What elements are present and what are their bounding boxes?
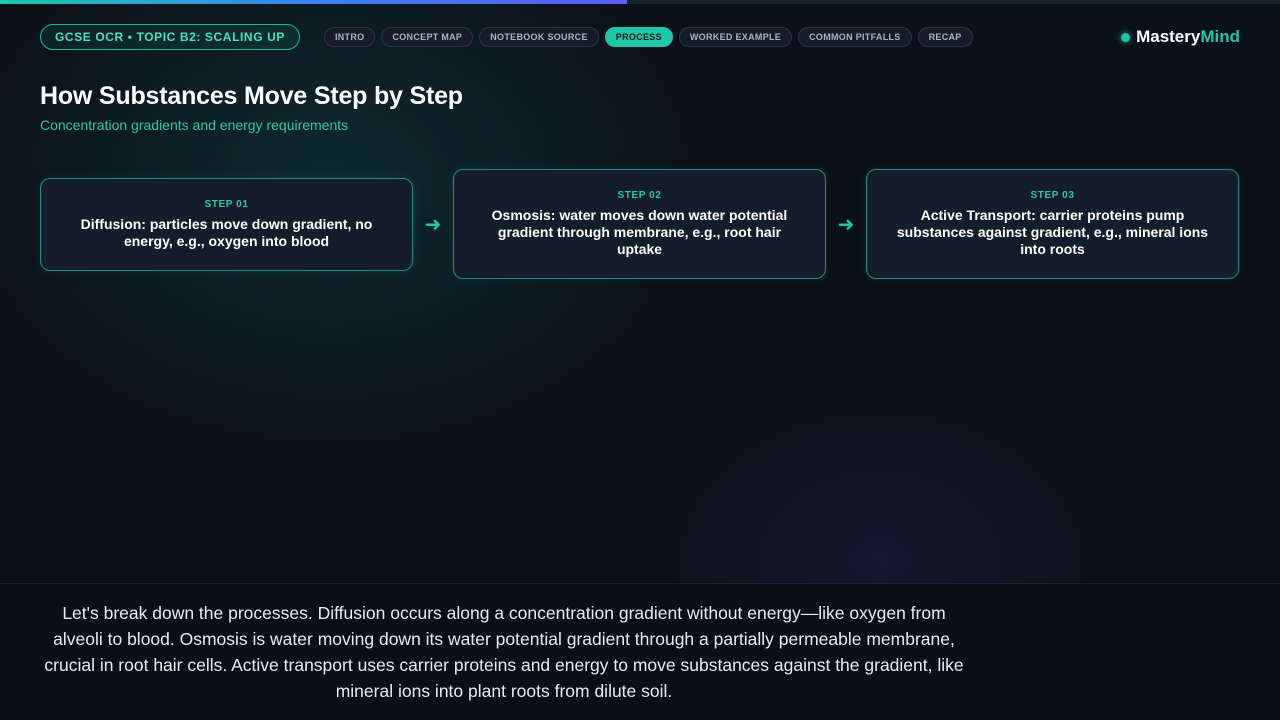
narration-text: Let's break down the processes. Diffusio… [44,603,964,701]
progress-bar [0,0,1280,4]
section-tabs: INTRO CONCEPT MAP NOTEBOOK SOURCE PROCES… [323,27,973,47]
status-dot-icon [1121,32,1131,42]
top-bar: GCSE OCR • TOPIC B2: SCALING UP INTRO CO… [40,24,1240,50]
step-label: STEP 03 [1030,190,1075,201]
step-card-2: STEP 02 Osmosis: water moves down water … [453,169,826,279]
brand-name-part2: Mind [1200,27,1240,46]
progress-fill [0,0,628,4]
tab-notebook-source[interactable]: NOTEBOOK SOURCE [479,27,599,47]
brand-name-part1: Mastery [1136,27,1201,46]
tab-recap[interactable]: RECAP [917,27,973,47]
narration-caption: Let's break down the processes. Diffusio… [0,583,1280,720]
tab-intro[interactable]: INTRO [323,27,376,47]
tab-process[interactable]: PROCESS [604,27,673,47]
tab-worked-example[interactable]: WORKED EXAMPLE [678,27,793,47]
step-label: STEP 02 [617,190,662,201]
step-label: STEP 01 [204,198,249,210]
topic-badge: GCSE OCR • TOPIC B2: SCALING UP [40,24,300,50]
tab-concept-map[interactable]: CONCEPT MAP [381,27,474,47]
slide-title: How Substances Move Step by Step [40,82,463,110]
arrow-right-icon: ➜ [424,213,442,236]
slide-subtitle: Concentration gradients and energy requi… [40,117,349,133]
step-card-3: STEP 03 Active Transport: carrier protei… [866,169,1239,279]
step-text: Active Transport: carrier proteins pump … [896,207,1209,257]
step-card-1: STEP 01 Diffusion: particles move down g… [40,177,413,271]
arrow-right-icon: ➜ [837,213,855,236]
brand-logo: Mastery Mind [1121,27,1240,47]
step-text: Diffusion: particles move down gradient,… [80,215,373,249]
step-text: Osmosis: water moves down water potentia… [491,207,788,257]
tab-common-pitfalls[interactable]: COMMON PITFALLS [798,27,912,47]
process-steps: STEP 01 Diffusion: particles move down g… [40,168,1240,280]
